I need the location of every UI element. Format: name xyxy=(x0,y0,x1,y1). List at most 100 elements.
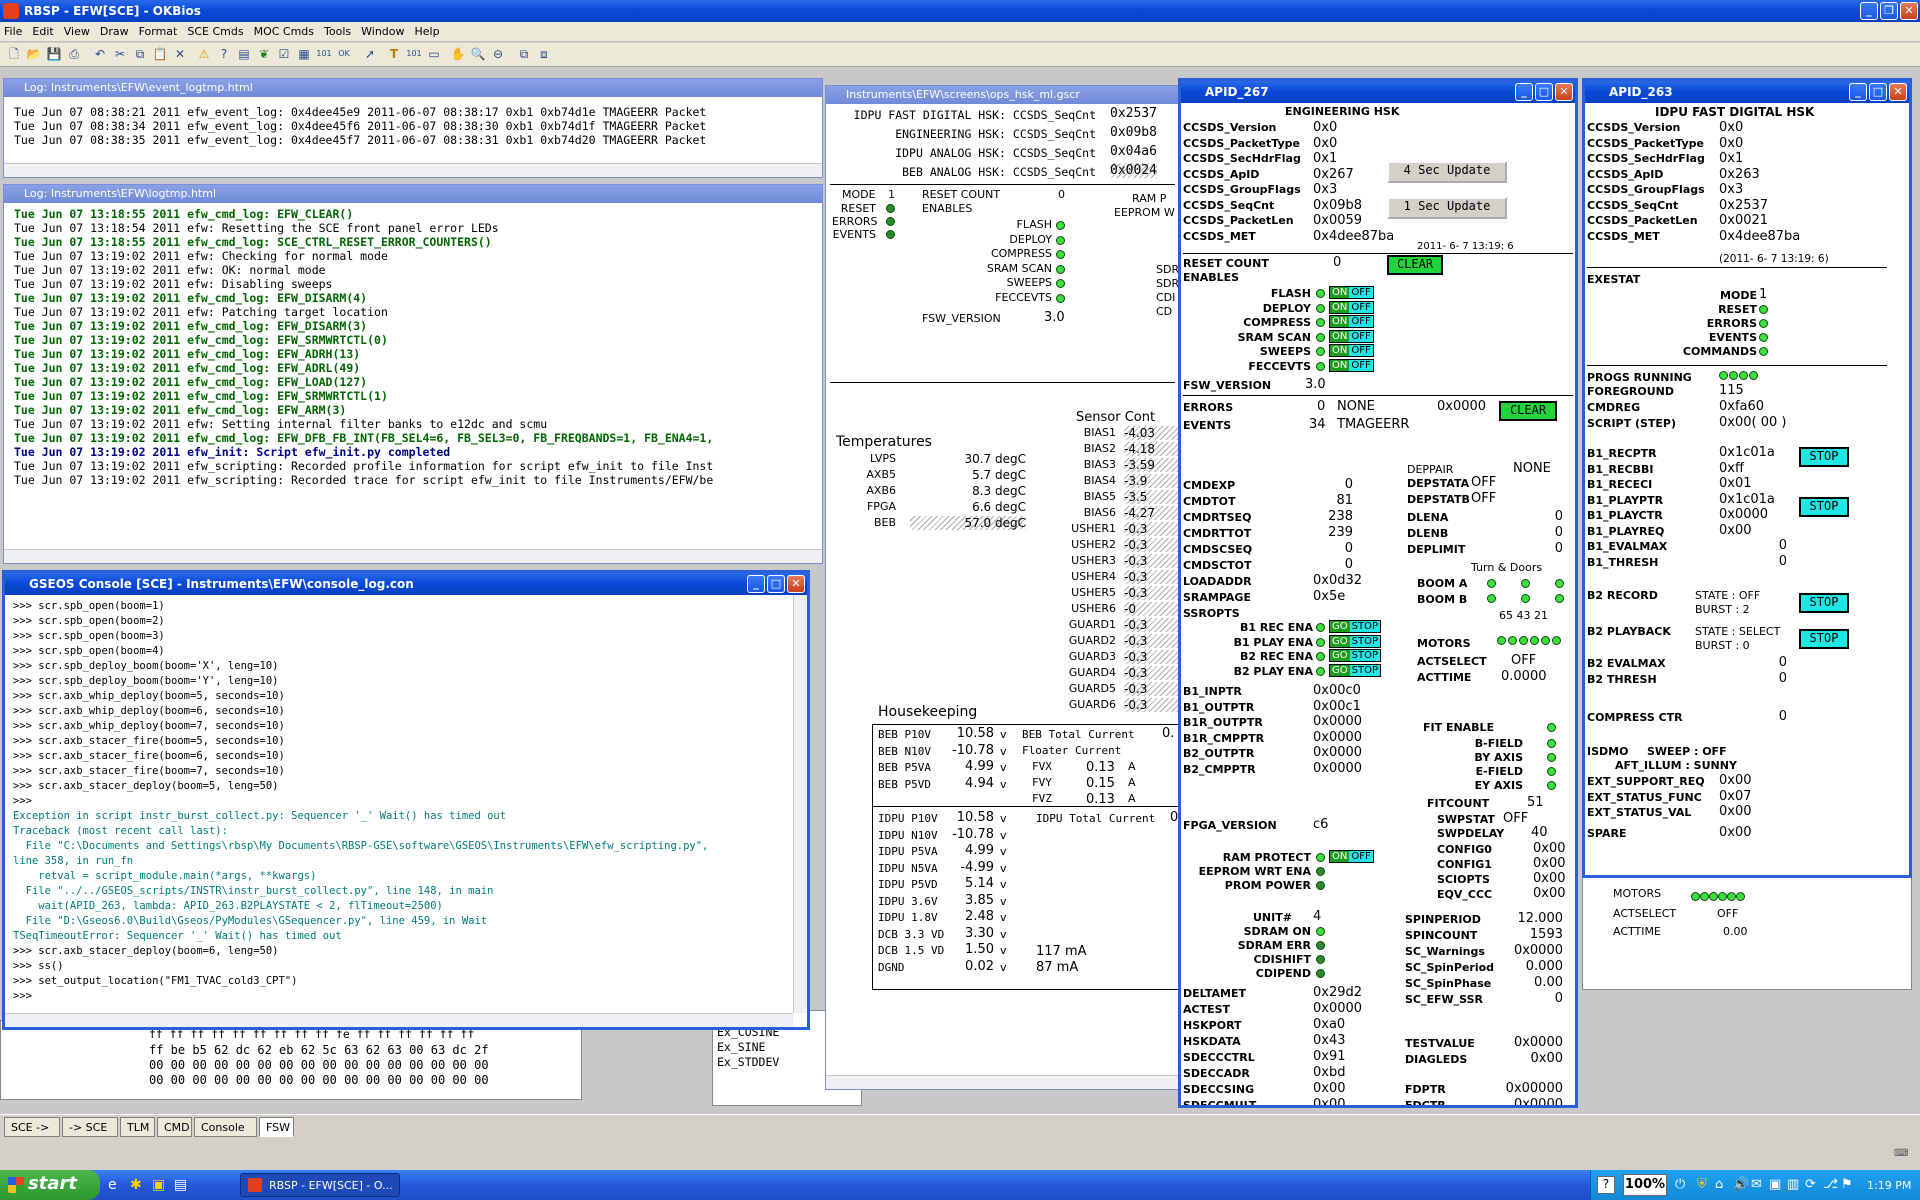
minimize-icon[interactable]: _ xyxy=(747,575,765,593)
warning-icon[interactable]: ⚠ xyxy=(196,46,212,62)
b1-recptr-stop-button[interactable]: STOP xyxy=(1799,447,1849,467)
hand-icon[interactable]: ✋ xyxy=(450,46,466,62)
console-titlebar[interactable]: GSEOS Console [SCE] - Instruments\EFW\co… xyxy=(5,573,807,595)
logtmp-hscrollbar[interactable] xyxy=(4,549,822,563)
ssropt-toggle[interactable]: GO STOP xyxy=(1329,649,1381,662)
zoom-indicator[interactable]: 100% xyxy=(1623,1174,1667,1196)
ssropt-toggle-go[interactable]: GO xyxy=(1330,650,1350,661)
paste-icon[interactable]: 📋 xyxy=(152,46,168,62)
zoom-icon[interactable]: 🔍 xyxy=(470,46,486,62)
4sec-update-button[interactable]: 4 Sec Update xyxy=(1387,161,1507,183)
enable-toggle-off[interactable]: OFF xyxy=(1349,301,1373,313)
ssropt-toggle-go[interactable]: GO xyxy=(1330,621,1350,632)
apid267-titlebar[interactable]: APID_267 _ □ ✕ xyxy=(1181,81,1575,103)
close-icon[interactable]: ✕ xyxy=(787,575,805,593)
binary-icon[interactable]: 101 xyxy=(316,46,332,62)
delete-icon[interactable]: ✕ xyxy=(172,46,188,62)
app-titlebar[interactable]: RBSP - EFW[SCE] - OKBios _ ❐ ✕ xyxy=(0,0,1920,22)
close-icon[interactable]: ✕ xyxy=(1555,83,1573,101)
restore-icon[interactable]: ❐ xyxy=(1880,2,1898,20)
open-folder-icon[interactable]: 📂 xyxy=(26,46,42,62)
chat-icon[interactable]: ✉ xyxy=(1751,1177,1762,1192)
copy-icon[interactable]: ⧉ xyxy=(132,46,148,62)
menu-item-edit[interactable]: Edit xyxy=(32,25,53,38)
enable-toggle[interactable]: ON OFF xyxy=(1329,286,1374,299)
minimize-icon[interactable]: _ xyxy=(1860,2,1878,20)
menu-item-tools[interactable]: Tools xyxy=(324,25,351,38)
enable-toggle-off[interactable]: OFF xyxy=(1349,359,1373,371)
tab-sce[interactable]: SCE -> xyxy=(4,1117,60,1137)
help-icon[interactable]: ? xyxy=(216,46,232,62)
close-icon[interactable]: ✕ xyxy=(1889,83,1907,101)
security-icon[interactable]: ⚑ xyxy=(1841,1177,1853,1192)
ops-hsk-titlebar[interactable]: Instruments\EFW\screens\ops_hsk_ml.gscr xyxy=(826,86,1179,104)
ok-icon[interactable]: OK xyxy=(336,46,352,62)
shield-icon[interactable]: ⛨ xyxy=(1697,1177,1707,1192)
cut-icon[interactable]: ✂ xyxy=(112,46,128,62)
vmware-icon[interactable]: ▥ xyxy=(1787,1177,1799,1192)
menu-item-file[interactable]: File xyxy=(4,25,22,38)
ssropt-toggle[interactable]: GO STOP xyxy=(1329,634,1381,648)
logtmp-titlebar[interactable]: Log: Instruments\EFW\logtmp.html xyxy=(4,185,822,203)
enable-toggle-on[interactable]: ON xyxy=(1330,345,1350,356)
cascade-icon[interactable]: ⧉ xyxy=(516,46,532,62)
tree-icon[interactable]: ❦ xyxy=(256,46,272,62)
menu-item-sce-cmds[interactable]: SCE Cmds xyxy=(187,25,243,38)
enable-toggle-on[interactable]: ON xyxy=(1330,316,1350,327)
console-body[interactable]: >>> scr.spb_open(boom=1) >>> scr.spb_open… xyxy=(5,595,807,1027)
power-icon[interactable]: ⏻ xyxy=(1675,1177,1685,1192)
ssropt-toggle-stop[interactable]: STOP xyxy=(1349,621,1380,632)
pointer-icon[interactable]: ➚ xyxy=(362,46,378,62)
binary-field-icon[interactable]: 101 xyxy=(406,46,422,62)
ops-hsk-window[interactable]: Instruments\EFW\screens\ops_hsk_ml.gscr … xyxy=(825,85,1180,1090)
ram-protect-toggle-off[interactable]: OFF xyxy=(1349,851,1373,862)
maximize-icon[interactable]: □ xyxy=(1869,83,1887,101)
ssropt-toggle[interactable]: GO STOP xyxy=(1329,663,1381,677)
enable-toggle-off[interactable]: OFF xyxy=(1349,330,1373,342)
console-window[interactable]: GSEOS Console [SCE] - Instruments\EFW\co… xyxy=(2,570,810,1030)
minimize-icon[interactable]: _ xyxy=(1849,83,1867,101)
tab-tlm[interactable]: TLM xyxy=(120,1117,155,1137)
tab-sce[interactable]: -> SCE xyxy=(62,1117,118,1137)
enable-toggle-on[interactable]: ON xyxy=(1330,359,1350,371)
enable-toggle[interactable]: ON OFF xyxy=(1329,344,1374,357)
menu-item-draw[interactable]: Draw xyxy=(100,25,129,38)
enable-toggle-off[interactable]: OFF xyxy=(1349,316,1373,327)
save-icon[interactable]: 💾 xyxy=(46,46,62,62)
print-icon[interactable]: ⎙ xyxy=(66,46,82,62)
console-vscrollbar[interactable] xyxy=(793,595,807,1013)
enable-toggle-on[interactable]: ON xyxy=(1330,301,1350,313)
tab-cmd[interactable]: CMD xyxy=(157,1117,192,1137)
monitor-icon[interactable]: ▣ xyxy=(1769,1177,1781,1192)
help-tray-icon[interactable]: ? xyxy=(1597,1176,1615,1194)
maximize-icon[interactable]: □ xyxy=(1535,83,1553,101)
b2-record-stop-button[interactable]: STOP xyxy=(1799,593,1849,613)
enable-toggle[interactable]: ON OFF xyxy=(1329,300,1374,314)
menu-item-view[interactable]: View xyxy=(64,25,90,38)
tile-icon[interactable]: ⧈ xyxy=(536,46,552,62)
ram-protect-toggle[interactable]: ON OFF xyxy=(1329,850,1374,863)
enable-toggle-on[interactable]: ON xyxy=(1330,330,1350,342)
quicklaunch-folder-icon[interactable]: ▣ xyxy=(152,1177,165,1193)
enable-toggle-off[interactable]: OFF xyxy=(1349,287,1373,298)
apid263-window[interactable]: APID_263 _ □ ✕ IDPU FAST DIGITAL HSK CCSD… xyxy=(1582,78,1912,878)
text-tool-icon[interactable]: T xyxy=(386,46,402,62)
chart-icon[interactable]: ▦ xyxy=(296,46,312,62)
ssropt-toggle-go[interactable]: GO xyxy=(1330,664,1350,676)
quicklaunch-app-icon[interactable]: ✱ xyxy=(130,1177,142,1193)
enable-toggle[interactable]: ON OFF xyxy=(1329,315,1374,328)
logtmp-window[interactable]: Log: Instruments\EFW\logtmp.html Tue Jun… xyxy=(3,184,823,564)
enable-toggle-off[interactable]: OFF xyxy=(1349,345,1373,356)
network-icon[interactable]: ⌂ xyxy=(1715,1177,1723,1192)
event-log-hscrollbar[interactable] xyxy=(4,163,822,177)
checklist-icon[interactable]: ☑ xyxy=(276,46,292,62)
menu-item-help[interactable]: Help xyxy=(415,25,440,38)
quicklaunch-ie-icon[interactable]: e xyxy=(108,1177,117,1193)
event-log-titlebar[interactable]: Log: Instruments\EFW\event_logtmp.html xyxy=(4,79,822,97)
maximize-icon[interactable]: □ xyxy=(767,575,785,593)
clear-errors-button[interactable]: CLEAR xyxy=(1499,401,1557,421)
keyboard-icon[interactable]: ⌨ xyxy=(1894,1148,1908,1160)
ssropt-toggle[interactable]: GO STOP xyxy=(1329,620,1381,633)
enable-toggle-on[interactable]: ON xyxy=(1330,287,1350,298)
update-icon[interactable]: ⟳ xyxy=(1805,1177,1816,1192)
